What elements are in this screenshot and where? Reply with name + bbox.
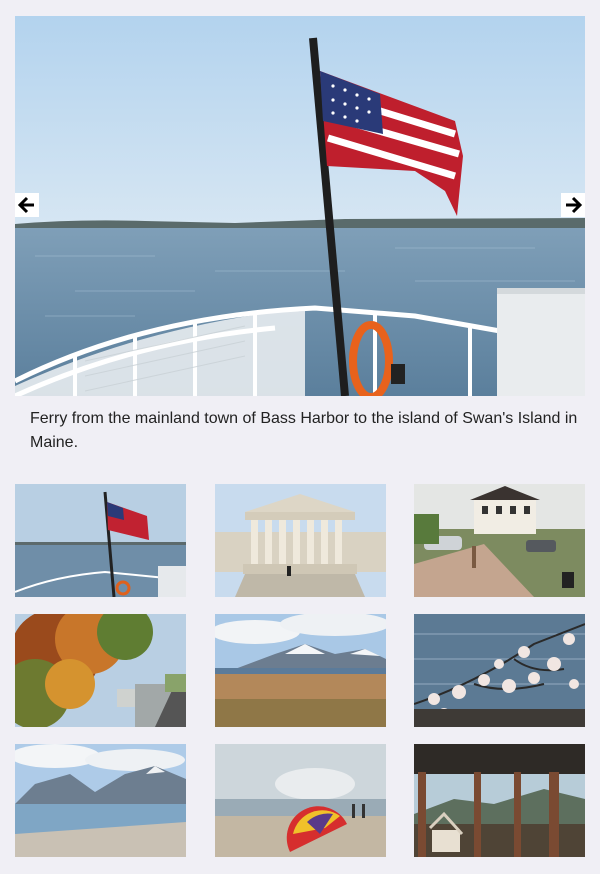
thumbnail-street-houses[interactable] [414, 484, 585, 597]
thumbnail-mountain-plain[interactable] [215, 614, 386, 727]
next-image-button[interactable] [561, 193, 585, 217]
thumbnail-beach-umbrella[interactable] [215, 744, 386, 857]
thumbnail-supreme-court[interactable] [215, 484, 386, 597]
arrow-right-icon [566, 196, 583, 214]
thumbnail-ferry-flag[interactable] [15, 484, 186, 597]
photo-caption: Ferry from the mainland town of Bass Har… [30, 410, 578, 451]
main-photo [15, 16, 585, 396]
thumbnail-porch-view[interactable] [414, 744, 585, 857]
arrow-left-icon [17, 196, 34, 214]
previous-image-button[interactable] [15, 193, 39, 217]
thumbnail-cherry-blossoms[interactable] [414, 614, 585, 727]
thumbnail-mountain-lake[interactable] [15, 744, 186, 857]
thumbnail-autumn-tree[interactable] [15, 614, 186, 727]
